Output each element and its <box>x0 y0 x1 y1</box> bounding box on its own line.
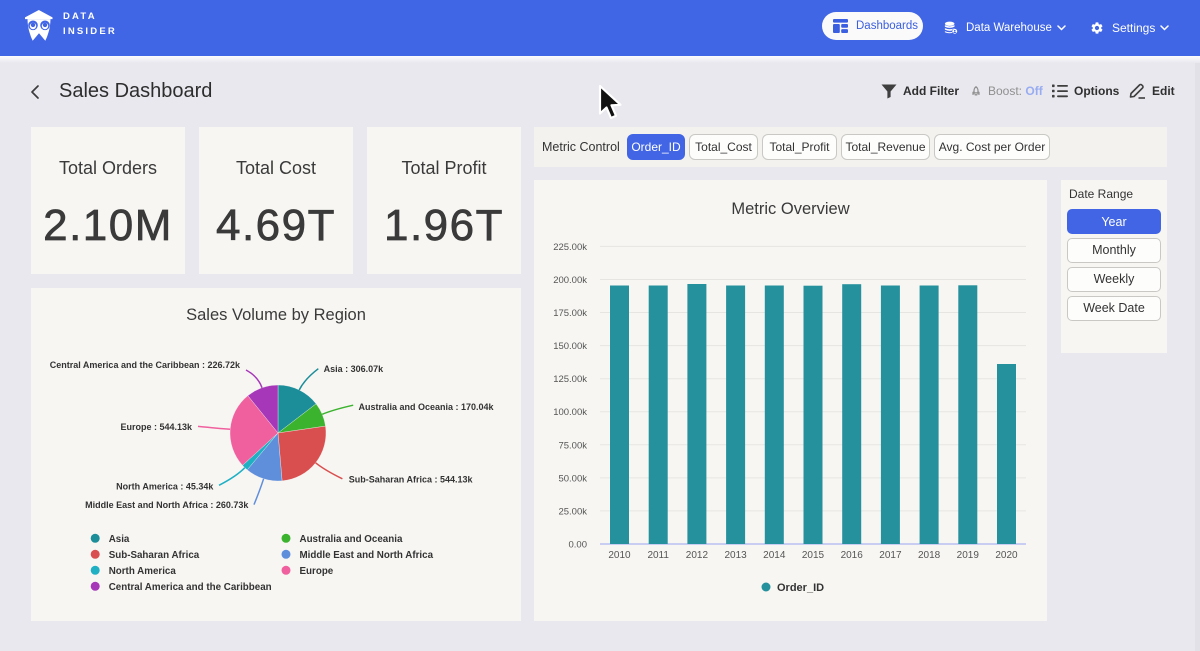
svg-text:Asia: Asia <box>109 534 130 545</box>
svg-text:Asia : 306.07k: Asia : 306.07k <box>324 364 385 374</box>
svg-text:50.00k: 50.00k <box>558 473 587 484</box>
svg-text:Europe : 544.13k: Europe : 544.13k <box>120 422 193 432</box>
svg-text:Australia and Oceania: Australia and Oceania <box>300 534 403 545</box>
svg-text:Central America and the Caribb: Central America and the Caribbean <box>109 582 272 593</box>
svg-text:2012: 2012 <box>686 550 709 561</box>
svg-text:2011: 2011 <box>647 550 669 561</box>
svg-text:200.00k: 200.00k <box>553 275 587 286</box>
svg-text:Europe: Europe <box>300 566 334 577</box>
svg-text:Order_ID: Order_ID <box>777 582 824 594</box>
svg-text:2017: 2017 <box>879 550 902 561</box>
svg-text:150.00k: 150.00k <box>553 341 587 352</box>
svg-text:2010: 2010 <box>608 550 631 561</box>
svg-text:2014: 2014 <box>763 550 786 561</box>
svg-text:Middle East and North Africa :: Middle East and North Africa : 260.73k <box>85 500 249 510</box>
svg-text:North America: North America <box>109 566 177 577</box>
svg-text:2018: 2018 <box>918 550 941 561</box>
svg-text:North America : 45.34k: North America : 45.34k <box>116 481 214 491</box>
svg-text:225.00k: 225.00k <box>553 242 587 253</box>
svg-text:0.00: 0.00 <box>569 540 588 551</box>
svg-text:175.00k: 175.00k <box>553 308 587 319</box>
svg-text:125.00k: 125.00k <box>553 374 587 385</box>
svg-text:Australia and Oceania : 170.04: Australia and Oceania : 170.04k <box>359 402 495 412</box>
svg-text:25.00k: 25.00k <box>558 506 587 517</box>
svg-text:Sub-Saharan Africa: Sub-Saharan Africa <box>109 550 200 561</box>
svg-text:2019: 2019 <box>957 550 980 561</box>
svg-text:Middle East and North Africa: Middle East and North Africa <box>300 550 434 561</box>
svg-text:Sub-Saharan Africa : 544.13k: Sub-Saharan Africa : 544.13k <box>349 474 474 484</box>
svg-text:2016: 2016 <box>841 550 864 561</box>
svg-text:75.00k: 75.00k <box>558 440 587 451</box>
svg-text:2013: 2013 <box>724 550 747 561</box>
svg-text:Central America and the Caribb: Central America and the Caribbean : 226.… <box>50 360 241 370</box>
svg-text:2015: 2015 <box>802 550 825 561</box>
svg-text:2020: 2020 <box>995 550 1018 561</box>
svg-text:100.00k: 100.00k <box>553 407 587 418</box>
